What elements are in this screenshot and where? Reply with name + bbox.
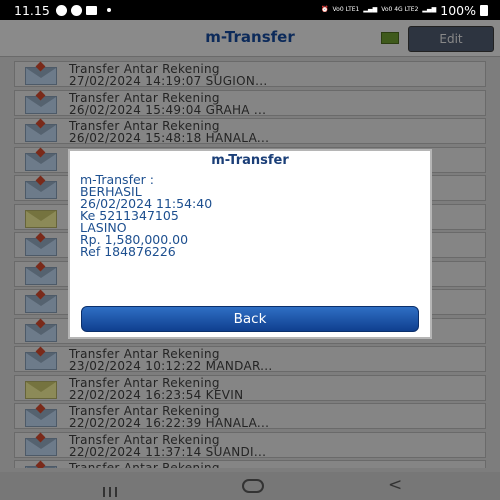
transaction-detail: 27/02/2024 14:19:07 SUGION...: [69, 74, 268, 88]
status-time: 11.15: [14, 2, 50, 18]
app-header: m-Transfer Edit: [0, 20, 500, 57]
recent-apps-icon[interactable]: [103, 482, 121, 497]
home-icon[interactable]: [242, 479, 264, 493]
back-nav-icon[interactable]: <: [388, 475, 402, 495]
system-nav-bar: <: [0, 472, 500, 500]
envelope-open-icon: [25, 209, 57, 228]
dialog-line: Ref 184876226: [80, 244, 176, 259]
transaction-type: Transfer Antar Rekening: [69, 461, 220, 468]
transaction-row[interactable]: Transfer Antar Rekening 27/02/2024 14:19:…: [14, 61, 486, 88]
transaction-row[interactable]: Transfer Antar Rekening 22/02/2024 11:37:…: [14, 431, 486, 459]
transfer-result-dialog: m-Transfer m-Transfer : BERHASIL 26/02/2…: [68, 149, 432, 339]
transaction-detail: 22/02/2024 16:22:39 HANALA...: [69, 416, 270, 430]
alarm-icon: ⏰: [321, 6, 329, 13]
transaction-detail: 23/02/2024 10:12:22 MANDAR...: [69, 359, 273, 373]
network-1-label: Vo0 LTE1: [332, 6, 360, 13]
transaction-detail: 22/02/2024 16:23:54 KEVIN: [69, 387, 244, 402]
dot-icon: [106, 8, 111, 12]
messenger-icon: [70, 4, 82, 16]
whatsapp-icon: [55, 4, 67, 16]
transaction-detail: 26/02/2024 15:48:18 HANALA...: [69, 131, 270, 145]
transaction-row[interactable]: Transfer Antar Rekening 22/02/2024 16:23:…: [14, 374, 486, 402]
transaction-detail: 22/02/2024 11:37:14 SUANDI...: [69, 444, 267, 459]
transaction-row[interactable]: Transfer Antar Rekening 22/02/2024 16:22:…: [14, 403, 486, 430]
transaction-row[interactable]: Transfer Antar Rekening 23/02/2024 10:12:…: [14, 346, 486, 373]
back-button[interactable]: Back: [81, 306, 419, 332]
battery-icon: [480, 4, 488, 16]
signal-icon: ▂▄▆: [363, 6, 378, 13]
envelope-open-icon: [25, 380, 57, 399]
transaction-row[interactable]: Transfer Antar Rekening: [14, 460, 486, 468]
dialog-message: m-Transfer : BERHASIL 26/02/2024 11:54:4…: [80, 173, 212, 259]
battery-percent: 100%: [440, 2, 476, 18]
dialog-title: m-Transfer: [211, 153, 289, 168]
flag-icon: [35, 460, 46, 468]
status-bar: 11.15 ⏰ Vo0 LTE1 ▂▄▆ Vo0 4G LTE2 ▂▄▆ 100…: [0, 0, 500, 20]
transaction-row[interactable]: Transfer Antar Rekening 26/02/2024 15:48:…: [14, 118, 486, 145]
gallery-icon: [85, 5, 97, 15]
network-2-label: Vo0 4G LTE2: [381, 6, 419, 13]
edit-button[interactable]: Edit: [408, 26, 494, 52]
signal-icon: ▂▄▆: [422, 6, 437, 13]
status-indicator-icon: [381, 32, 399, 44]
transaction-detail: 26/02/2024 15:49:04 GRAHA ...: [69, 102, 267, 117]
transaction-row[interactable]: Transfer Antar Rekening 26/02/2024 15:49:…: [14, 89, 486, 117]
